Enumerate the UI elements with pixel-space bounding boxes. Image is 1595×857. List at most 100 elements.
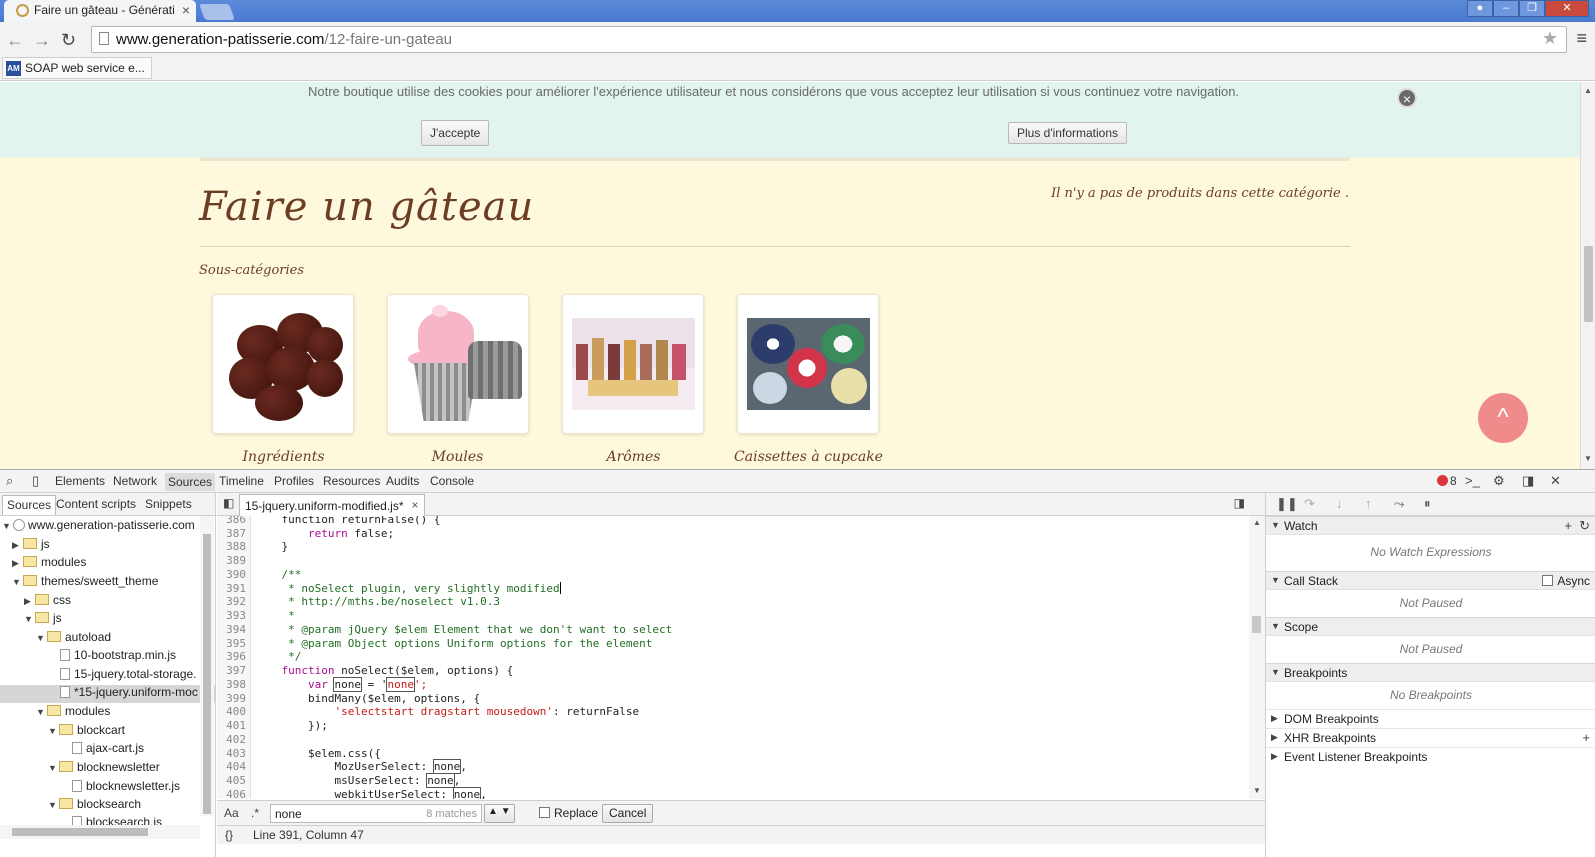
toggle-debugger-icon[interactable]: ◨ <box>1234 496 1245 510</box>
tab-elements[interactable]: Elements <box>55 474 105 488</box>
refresh-watch-icon[interactable]: ↻ <box>1579 518 1590 534</box>
tree-file[interactable]: blocksearch.js <box>72 815 162 825</box>
tab-resources[interactable]: Resources <box>323 474 380 488</box>
device-mode-icon[interactable]: ▯ <box>32 473 39 489</box>
nav-tab-snippets[interactable]: Snippets <box>145 497 192 511</box>
cancel-button[interactable]: Cancel <box>602 804 654 823</box>
navigator-hscrollbar-thumb[interactable] <box>12 828 148 836</box>
scroll-up-icon[interactable]: ▲ <box>1584 86 1592 95</box>
cookie-close-icon[interactable]: × <box>1397 88 1417 108</box>
async-checkbox[interactable]: Async <box>1542 574 1590 588</box>
event-listener-breakpoints-section[interactable]: ▶ Event Listener Breakpoints <box>1266 747 1595 766</box>
reload-icon[interactable]: ↻ <box>61 30 76 51</box>
category-card-moules[interactable] <box>387 294 529 434</box>
user-icon[interactable]: ● <box>1467 0 1493 17</box>
category-label-caissettes[interactable]: Caissettes à cupcake <box>721 449 896 465</box>
category-label-ingredients[interactable]: Ingrédients <box>196 449 371 465</box>
find-previous-icon[interactable]: ▲ <box>488 806 498 817</box>
browser-tab[interactable]: Faire un gâteau - Générati × <box>4 0 196 22</box>
find-next-icon[interactable]: ▼ <box>501 806 511 817</box>
tree-folder[interactable]: ▼ autoload <box>36 630 111 648</box>
tree-file[interactable]: blocknewsletter.js <box>72 779 180 797</box>
file-tab-close-icon[interactable]: × <box>412 498 419 512</box>
pretty-print-icon[interactable]: {} <box>225 828 233 842</box>
tree-folder[interactable]: ▼ blockcart <box>48 723 125 741</box>
step-over-icon[interactable]: ↷ <box>1304 496 1315 512</box>
checkbox-icon[interactable] <box>539 807 550 818</box>
find-prev-next-buttons[interactable]: ▲ ▼ <box>484 804 515 823</box>
page-scrollbar-thumb[interactable] <box>1584 246 1593 322</box>
tree-file[interactable]: ajax-cart.js <box>72 741 144 759</box>
tree-folder[interactable]: ▼ blocknewsletter <box>48 760 160 778</box>
window-close-icon[interactable]: ✕ <box>1545 0 1589 17</box>
dom-breakpoints-section[interactable]: ▶ DOM Breakpoints <box>1266 709 1595 728</box>
minimize-icon[interactable]: – <box>1493 0 1519 17</box>
category-card-caissettes[interactable] <box>737 294 879 434</box>
settings-gear-icon[interactable]: ⚙ <box>1493 473 1505 489</box>
tree-folder[interactable]: ▼ js <box>24 611 62 629</box>
tree-folder[interactable]: ▼ themes/sweett_theme <box>12 574 158 592</box>
add-watch-icon[interactable]: + <box>1564 518 1572 533</box>
tree-folder[interactable]: ▶ modules <box>12 555 86 573</box>
bookmark-star-icon[interactable]: ★ <box>1542 28 1558 49</box>
error-icon[interactable] <box>1437 475 1448 486</box>
pause-on-exceptions-icon[interactable]: ⏸ <box>1424 496 1431 512</box>
deactivate-breakpoints-icon[interactable]: ⤳ <box>1394 496 1404 512</box>
tab-timeline[interactable]: Timeline <box>219 474 264 488</box>
add-xhr-breakpoint-icon[interactable]: + <box>1582 730 1590 745</box>
breakpoints-section[interactable]: ▼ Breakpoints <box>1266 663 1595 682</box>
step-out-icon[interactable]: ↑ <box>1365 496 1372 511</box>
category-card-aromes[interactable] <box>562 294 704 434</box>
xhr-breakpoints-section[interactable]: ▶ XHR Breakpoints + <box>1266 728 1595 747</box>
tree-file-selected[interactable]: *15-jquery.uniform-moc <box>0 685 215 703</box>
devtools-close-icon[interactable]: ✕ <box>1550 473 1561 489</box>
tab-console[interactable]: Console <box>430 474 474 488</box>
tree-file[interactable]: 15-jquery.total-storage. <box>60 667 197 685</box>
tab-profiles[interactable]: Profiles <box>274 474 314 488</box>
tab-network[interactable]: Network <box>113 474 157 488</box>
nav-tab-sources[interactable]: Sources <box>2 495 57 515</box>
scroll-down-icon[interactable]: ▼ <box>1253 786 1261 795</box>
editor-file-tab[interactable]: 15-jquery.uniform-modified.js* × <box>239 494 425 516</box>
tree-domain[interactable]: ▼ www.generation-patisserie.com <box>2 518 195 536</box>
code-editor[interactable]: function returnFalse() { return false; }… <box>251 516 1249 799</box>
navigator-hscrollbar[interactable] <box>0 825 200 839</box>
page-scrollbar[interactable]: ▲ ▼ <box>1580 82 1595 469</box>
pause-icon[interactable]: ❚❚ <box>1276 496 1298 512</box>
toggle-navigator-icon[interactable]: ◧ <box>223 496 234 510</box>
scroll-up-icon[interactable]: ▲ <box>1253 518 1261 527</box>
category-card-ingredients[interactable] <box>212 294 354 434</box>
editor-scrollbar[interactable]: ▲ ▼ <box>1249 516 1265 799</box>
tree-folder[interactable]: ▶ css <box>24 593 71 611</box>
regex-toggle[interactable]: .* <box>251 806 259 820</box>
call-stack-section[interactable]: ▼ Call Stack Async <box>1266 571 1595 590</box>
restore-icon[interactable]: ❐ <box>1519 0 1545 17</box>
editor-scrollbar-thumb[interactable] <box>1252 616 1261 633</box>
chrome-menu-icon[interactable]: ≡ <box>1576 28 1587 49</box>
scope-section[interactable]: ▼ Scope <box>1266 617 1595 636</box>
tab-close-icon[interactable]: × <box>182 2 190 18</box>
bookmark-item[interactable]: AM SOAP web service e... <box>2 57 152 79</box>
dock-side-icon[interactable]: ◨ <box>1522 473 1534 489</box>
nav-tab-content-scripts[interactable]: Content scripts <box>56 497 136 511</box>
tree-file[interactable]: 10-bootstrap.min.js <box>60 648 176 666</box>
step-into-icon[interactable]: ↓ <box>1336 496 1343 511</box>
tree-folder[interactable]: ▼ blocksearch <box>48 797 141 815</box>
checkbox-icon[interactable] <box>1542 575 1554 586</box>
accept-cookies-button[interactable]: J'accepte <box>421 120 490 146</box>
tree-folder[interactable]: ▼ modules <box>36 704 110 722</box>
watch-section[interactable]: ▼ Watch + ↻ <box>1266 516 1595 535</box>
match-case-toggle[interactable]: Aa <box>224 806 239 820</box>
search-input[interactable]: none 8 matches <box>270 804 482 823</box>
scroll-down-icon[interactable]: ▼ <box>1584 454 1592 463</box>
tab-sources[interactable]: Sources <box>165 473 216 491</box>
tab-audits[interactable]: Audits <box>386 474 419 488</box>
forward-arrow-icon[interactable]: → <box>33 30 51 51</box>
error-count[interactable]: 8 <box>1450 474 1457 488</box>
category-label-aromes[interactable]: Arômes <box>546 449 721 465</box>
address-bar[interactable]: www.generation-patisserie.com/12-faire-u… <box>91 26 1567 53</box>
navigator-scrollbar-thumb[interactable] <box>203 534 211 814</box>
back-arrow-icon[interactable]: ← <box>6 30 24 51</box>
tree-folder[interactable]: ▶ js <box>12 537 50 555</box>
console-drawer-icon[interactable]: >_ <box>1465 473 1480 488</box>
